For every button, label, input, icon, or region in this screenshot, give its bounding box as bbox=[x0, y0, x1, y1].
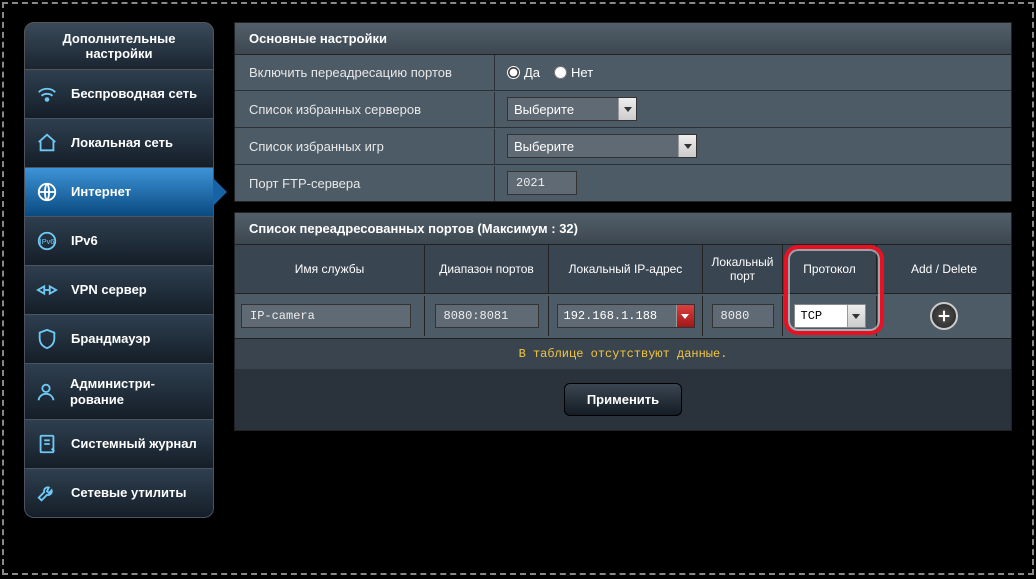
sidebar-item-internet[interactable]: Интернет bbox=[24, 168, 214, 217]
chevron-down-icon bbox=[676, 305, 694, 327]
chevron-down-icon bbox=[678, 135, 696, 157]
add-button[interactable] bbox=[930, 302, 958, 330]
table-row: 192.168.1.188 TCP bbox=[235, 294, 1011, 339]
sidebar-item-lan[interactable]: Локальная сеть bbox=[24, 119, 214, 168]
radio-no[interactable]: Нет bbox=[554, 65, 593, 80]
port-list-panel: Список переадресованных портов (Максимум… bbox=[234, 212, 1012, 431]
ipv6-icon: IPv6 bbox=[35, 229, 59, 253]
sidebar-item-wireless[interactable]: Беспроводная сеть bbox=[24, 70, 214, 119]
th-ip: Локальный IP-адрес bbox=[549, 245, 703, 293]
basic-settings-panel: Основные настройки Включить переадресаци… bbox=[234, 22, 1012, 202]
sidebar-item-label: Системный журнал bbox=[71, 436, 197, 452]
form-label: Список избранных серверов bbox=[235, 92, 495, 127]
row-enable-forwarding: Включить переадресацию портов Да Нет bbox=[235, 55, 1011, 91]
sidebar-item-syslog[interactable]: Системный журнал bbox=[24, 420, 214, 469]
form-label: Порт FTP-сервера bbox=[235, 166, 495, 201]
main-content: Основные настройки Включить переадресаци… bbox=[234, 22, 1012, 555]
local-port-input[interactable] bbox=[712, 304, 774, 328]
sidebar-item-label: Локальная сеть bbox=[71, 135, 173, 151]
log-icon bbox=[35, 432, 59, 456]
sidebar-item-ipv6[interactable]: IPv6 IPv6 bbox=[24, 217, 214, 266]
radio-yes[interactable]: Да bbox=[507, 65, 540, 80]
form-label: Список избранных игр bbox=[235, 129, 495, 164]
th-port: Локальный порт bbox=[703, 245, 783, 293]
sidebar-item-firewall[interactable]: Брандмауэр bbox=[24, 315, 214, 364]
service-name-input[interactable] bbox=[241, 304, 411, 328]
globe-icon bbox=[35, 180, 59, 204]
chevron-down-icon bbox=[847, 305, 865, 327]
sidebar-item-label: Сетевые утилиты bbox=[71, 485, 186, 501]
home-icon bbox=[35, 131, 59, 155]
shield-icon bbox=[35, 327, 59, 351]
fav-servers-select[interactable]: Выберите bbox=[507, 97, 637, 121]
panel-title: Список переадресованных портов (Максимум… bbox=[235, 213, 1011, 245]
row-fav-servers: Список избранных серверов Выберите bbox=[235, 91, 1011, 128]
wifi-icon bbox=[35, 82, 59, 106]
vpn-icon bbox=[35, 278, 59, 302]
apply-row: Применить bbox=[235, 369, 1011, 430]
sidebar-item-label: Брандмауэр bbox=[71, 331, 150, 347]
chevron-down-icon bbox=[618, 98, 636, 120]
th-proto: Протокол bbox=[783, 245, 877, 293]
sidebar: Дополнительные настройки Беспроводная се… bbox=[24, 22, 214, 555]
sidebar-item-label: Интернет bbox=[71, 184, 131, 200]
sidebar-item-label: IPv6 bbox=[71, 233, 98, 249]
sidebar-item-label: VPN сервер bbox=[71, 282, 147, 298]
sidebar-item-label: Администри-рование bbox=[70, 376, 203, 407]
sidebar-item-label: Беспроводная сеть bbox=[71, 86, 197, 102]
fav-games-select[interactable]: Выберите bbox=[507, 134, 697, 158]
user-icon bbox=[35, 380, 58, 404]
svg-text:IPv6: IPv6 bbox=[40, 237, 55, 246]
row-ftp-port: Порт FTP-сервера bbox=[235, 165, 1011, 201]
panel-title: Основные настройки bbox=[235, 23, 1011, 55]
port-range-input[interactable] bbox=[435, 304, 539, 328]
form-label: Включить переадресацию портов bbox=[235, 55, 495, 90]
th-range: Диапазон портов bbox=[425, 245, 549, 293]
sidebar-item-vpn[interactable]: VPN сервер bbox=[24, 266, 214, 315]
th-action: Add / Delete bbox=[877, 245, 1011, 293]
ftp-port-input[interactable] bbox=[507, 171, 577, 195]
sidebar-item-admin[interactable]: Администри-рование bbox=[24, 364, 214, 420]
local-ip-select[interactable]: 192.168.1.188 bbox=[557, 304, 695, 328]
table-header: Имя службы Диапазон портов Локальный IP-… bbox=[235, 245, 1011, 294]
row-fav-games: Список избранных игр Выберите bbox=[235, 128, 1011, 165]
empty-table-message: В таблице отсутствуют данные. bbox=[235, 339, 1011, 369]
sidebar-item-nettools[interactable]: Сетевые утилиты bbox=[24, 469, 214, 518]
protocol-select[interactable]: TCP bbox=[794, 304, 866, 328]
sidebar-title: Дополнительные настройки bbox=[24, 22, 214, 70]
th-name: Имя службы bbox=[235, 245, 425, 293]
enable-radio-group: Да Нет bbox=[507, 65, 593, 80]
wrench-icon bbox=[35, 481, 59, 505]
apply-button[interactable]: Применить bbox=[564, 383, 682, 416]
